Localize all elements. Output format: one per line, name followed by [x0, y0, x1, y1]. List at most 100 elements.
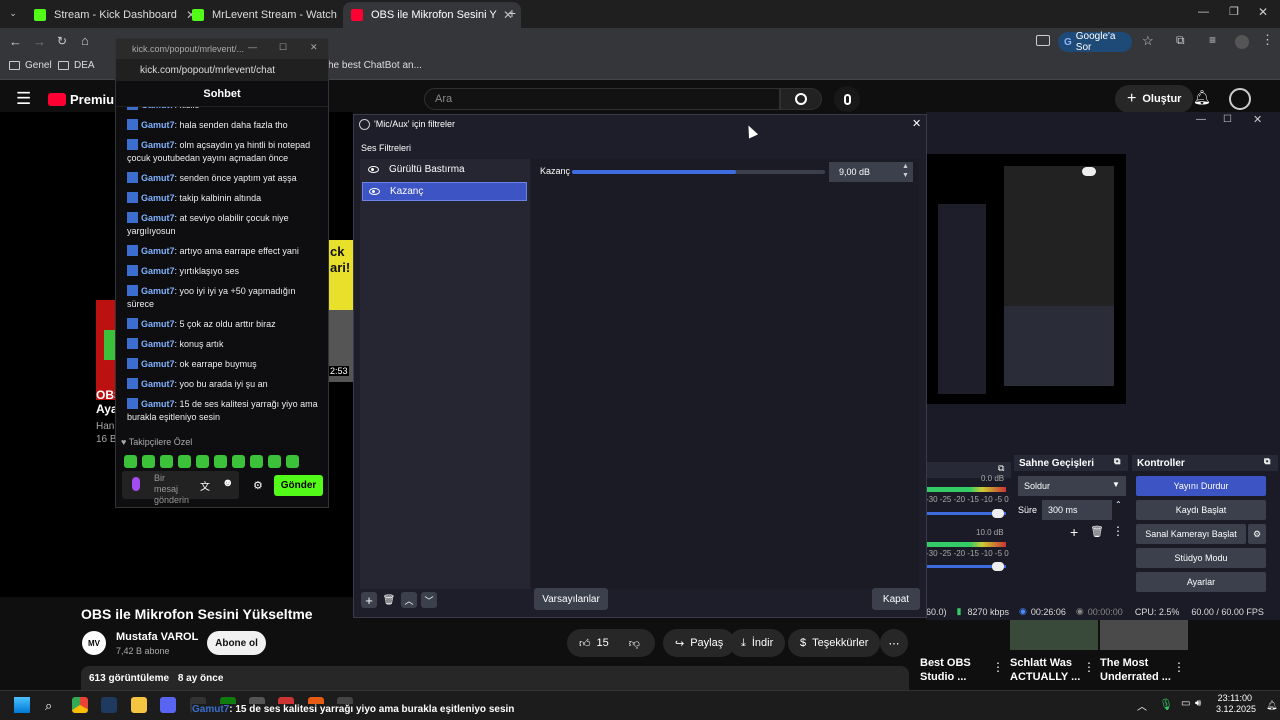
emote-icon[interactable]	[196, 455, 209, 468]
download-button[interactable]: ⤓ İndir	[729, 629, 786, 657]
add-transition-icon[interactable]: +	[1070, 524, 1078, 540]
rec-menu-icon[interactable]: ⋮	[1083, 660, 1095, 674]
minimize-window-icon[interactable]: —	[1198, 6, 1209, 18]
chat-input[interactable]: Bir mesaj gönderin 文 ☻	[122, 471, 239, 505]
mixer-slider-1-handle[interactable]	[992, 509, 1004, 518]
chrome-taskbar-icon[interactable]	[72, 697, 88, 713]
taskbar-search-icon[interactable]: ⌕	[45, 698, 52, 714]
chat-username[interactable]: Gamut7	[141, 173, 175, 183]
hamburger-menu-icon[interactable]: ☰	[16, 89, 31, 109]
transition-select[interactable]: Soldur ▼	[1018, 476, 1126, 496]
forward-icon[interactable]: →	[33, 34, 46, 49]
tray-chevron-up-icon[interactable]: ︿	[1137, 698, 1147, 713]
extensions-icon[interactable]: ⧉	[1176, 33, 1185, 48]
back-icon[interactable]: ←	[9, 34, 22, 49]
chat-url-bar[interactable]: kick.com/popout/mrlevent/chat	[116, 59, 328, 81]
gain-slider[interactable]	[572, 170, 825, 174]
notifications-bell-icon[interactable]: 🔔︎	[1193, 89, 1211, 106]
gain-value-input[interactable]: 9,00 dB	[829, 162, 913, 182]
dock-undock-icon[interactable]: ⧉	[1114, 456, 1120, 467]
reload-icon[interactable]: ↻	[57, 34, 67, 48]
gain-slider-handle[interactable]	[1082, 167, 1097, 176]
defaults-button[interactable]: Varsayılanlar	[534, 588, 608, 610]
start-virtual-camera-button[interactable]: Sanal Kamerayı Başlat	[1136, 524, 1246, 544]
network-icon[interactable]: ▭	[1181, 698, 1190, 709]
youtube-logo[interactable]: Premium	[48, 92, 126, 107]
channel-name[interactable]: Mustafa VAROL	[116, 631, 198, 643]
more-actions-button[interactable]: ⋯	[880, 629, 908, 657]
bookmark-genel[interactable]: Genel	[9, 60, 52, 71]
stop-streaming-button[interactable]: Yayını Durdur	[1136, 476, 1266, 496]
taskbar-clock[interactable]: 23:11:00 3.12.2025	[1216, 693, 1256, 715]
tab-search-icon[interactable]: ⌄	[6, 6, 20, 20]
rec-thumbnail[interactable]	[1100, 620, 1188, 650]
move-filter-up-button[interactable]: ︿	[401, 592, 417, 608]
send-button[interactable]: Gönder	[274, 475, 323, 496]
close-button[interactable]: Kapat	[872, 588, 920, 610]
eye-icon[interactable]	[368, 166, 379, 173]
thanks-button[interactable]: $ Teşekkürler	[788, 629, 881, 657]
create-button[interactable]: + Oluştur	[1115, 85, 1194, 113]
dock-undock-icon[interactable]: ⧉	[998, 463, 1004, 474]
duration-stepper-icon[interactable]: ⌃	[1115, 500, 1122, 509]
rec-video-2[interactable]: Schlatt Was ACTUALLY ...	[1010, 656, 1080, 684]
emote-icon[interactable]	[178, 455, 191, 468]
subscribe-button[interactable]: Abone ol	[207, 631, 266, 655]
studio-mode-button[interactable]: Stüdyo Modu	[1136, 548, 1266, 568]
emote-icon[interactable]	[232, 455, 245, 468]
remove-filter-button[interactable]: 🗑︎	[381, 592, 397, 608]
chat-username[interactable]: Gamut7	[141, 120, 175, 130]
chat-username[interactable]: Gamut7	[141, 399, 175, 409]
maximize-window-icon[interactable]: ❐	[1229, 5, 1239, 18]
tab-obs-video[interactable]: OBS ile Mikrofon Sesini Yükselt ✕	[343, 2, 521, 28]
emote-icon[interactable]	[160, 455, 173, 468]
emote-icon[interactable]	[124, 455, 137, 468]
emote-icon[interactable]	[286, 455, 299, 468]
filter-item-noise-suppression[interactable]: Gürültü Bastırma	[362, 160, 527, 179]
microphone-icon[interactable]	[132, 477, 140, 491]
start-recording-button[interactable]: Kaydı Başlat	[1136, 500, 1266, 520]
chat-username[interactable]: Gamut7	[141, 140, 175, 150]
eye-icon[interactable]	[369, 188, 380, 195]
chat-settings-gear-icon[interactable]: ⚙	[253, 479, 263, 492]
chat-username[interactable]: Gamut7	[141, 107, 175, 110]
emote-icon[interactable]	[268, 455, 281, 468]
chat-minimize-icon[interactable]: —	[248, 42, 257, 52]
profile-avatar[interactable]	[1235, 35, 1249, 49]
rec-menu-icon[interactable]: ⋮	[992, 660, 1004, 674]
rec-menu-icon[interactable]: ⋮	[1173, 660, 1185, 674]
browser-menu-icon[interactable]: ⋮	[1261, 32, 1274, 48]
gain-stepper-icon[interactable]: ▲ ▼	[902, 162, 909, 180]
filter-item-gain[interactable]: Kazanç	[362, 182, 527, 201]
emote-icon[interactable]	[142, 455, 155, 468]
user-avatar[interactable]	[1229, 88, 1251, 110]
rec-thumbnail[interactable]	[1010, 620, 1098, 650]
mixer-slider-2-handle[interactable]	[992, 562, 1004, 571]
translate-icon[interactable]: 文	[200, 478, 210, 493]
dock-undock-icon[interactable]: ⧉	[1264, 456, 1270, 467]
chat-username[interactable]: Gamut7	[141, 286, 175, 296]
discord-taskbar-icon[interactable]	[160, 697, 176, 713]
file-explorer-taskbar-icon[interactable]	[131, 697, 147, 713]
bookmark-chatbot[interactable]: he best ChatBot an...	[328, 60, 422, 71]
duration-input[interactable]: 300 ms	[1042, 500, 1112, 520]
voice-search-button[interactable]	[834, 86, 860, 112]
bookmark-star-icon[interactable]: ☆	[1142, 33, 1154, 49]
cast-icon[interactable]	[1036, 35, 1050, 46]
emoji-icon[interactable]: ☻	[222, 477, 234, 489]
bookmark-dea[interactable]: DEA	[58, 60, 95, 71]
chat-username[interactable]: Gamut7	[141, 266, 175, 276]
dialog-close-icon[interactable]: ✕	[912, 117, 921, 130]
emote-icon[interactable]	[250, 455, 263, 468]
reading-list-icon[interactable]: ≡	[1209, 33, 1216, 47]
recommended-thumbnail[interactable]: ck ari! 2:53	[329, 240, 353, 382]
share-button[interactable]: ↪ Paylaş	[663, 629, 736, 657]
channel-avatar[interactable]: MV	[82, 631, 106, 655]
tray-microphone-icon[interactable]: 🎙︎	[1159, 698, 1173, 711]
tab-kick-dashboard[interactable]: Stream - Kick Dashboard ✕	[26, 2, 204, 28]
like-icon[interactable]: 👍︎	[579, 637, 591, 650]
chat-maximize-icon[interactable]: ☐	[279, 42, 287, 53]
youtube-search-button[interactable]	[780, 88, 822, 110]
obs-close-icon[interactable]: ✕	[1253, 113, 1262, 126]
volume-icon[interactable]: 🔊︎	[1195, 698, 1201, 709]
